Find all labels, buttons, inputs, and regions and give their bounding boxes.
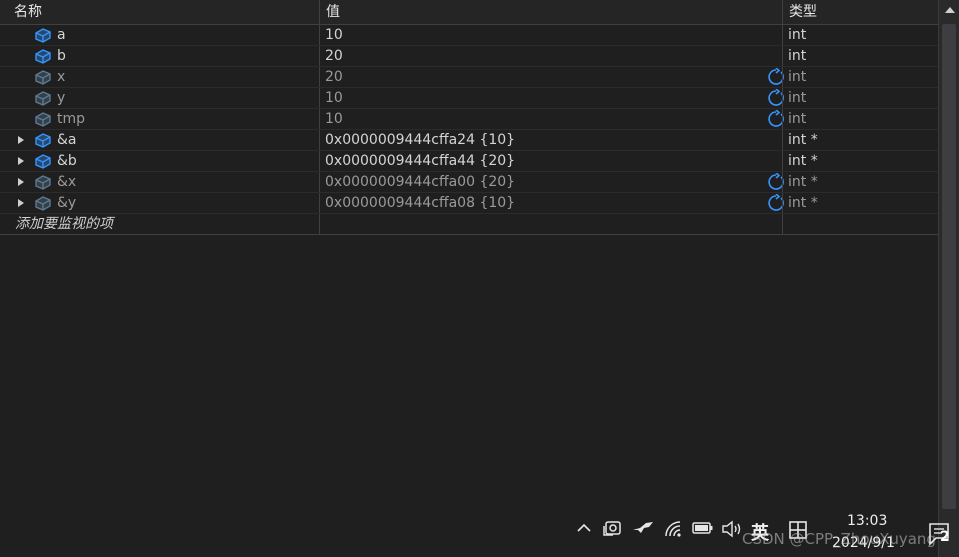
row-type-cell: int *	[782, 193, 939, 213]
row-value-cell[interactable]: 20	[319, 46, 783, 66]
row-value: 0x0000009444cffa44 {20}	[325, 153, 516, 169]
row-type-cell: int	[782, 67, 939, 87]
row-value-cell[interactable]: 0x0000009444cffa08 {10}	[319, 193, 784, 213]
column-header-type[interactable]: 类型	[782, 0, 945, 24]
chevron-up-icon[interactable]	[576, 520, 592, 536]
row-name: &b	[57, 153, 77, 169]
row-name-cell[interactable]: &b	[8, 151, 319, 171]
scroll-up-arrow-icon[interactable]	[945, 7, 955, 13]
row-name: &y	[57, 195, 77, 211]
row-name: b	[57, 48, 66, 64]
row-type: int	[788, 69, 807, 85]
row-value: 0x0000009444cffa08 {10}	[325, 195, 516, 211]
variable-cube-icon	[34, 48, 52, 64]
scrollbar-thumb[interactable]	[942, 24, 956, 509]
row-value-cell[interactable]: 20	[319, 67, 784, 87]
add-watch-input[interactable]: 添加要监视的项	[8, 214, 319, 234]
row-type-cell: int	[782, 46, 939, 66]
expand-arrow-icon[interactable]	[18, 178, 24, 186]
row-value-cell[interactable]: 0x0000009444cffa44 {20}	[319, 151, 783, 171]
row-name-cell[interactable]: b	[8, 46, 319, 66]
row-type: int *	[788, 195, 818, 211]
watch-row[interactable]: &y 0x0000009444cffa08 {10} int *	[0, 193, 938, 214]
watch-row[interactable]: y 10 int	[0, 88, 938, 109]
system-tray: 英 13:03 2024/9/1 CSDN @CPP_ZhouXuyang 2	[570, 510, 959, 557]
row-value-cell[interactable]: 0x0000009444cffa24 {10}	[319, 130, 783, 150]
row-value: 10	[325, 27, 343, 43]
row-name: &a	[57, 132, 77, 148]
row-name: tmp	[57, 111, 86, 127]
row-value: 0x0000009444cffa24 {10}	[325, 132, 516, 148]
row-type-cell: int *	[782, 130, 939, 150]
row-type-cell: int *	[782, 151, 939, 171]
column-header-name[interactable]: 名称	[8, 0, 325, 24]
watch-row[interactable]: a 10 int	[0, 25, 938, 46]
row-name-cell[interactable]: x	[8, 67, 319, 87]
battery-icon[interactable]	[692, 520, 714, 536]
row-name-cell[interactable]: y	[8, 88, 319, 108]
row-name-cell[interactable]: a	[8, 25, 319, 45]
variable-cube-icon	[34, 111, 52, 127]
variable-cube-icon	[34, 132, 52, 148]
row-type-cell: int	[782, 109, 939, 129]
notification-count-badge: 2	[940, 529, 950, 545]
watch-row[interactable]: b 20 int	[0, 46, 938, 67]
row-type: int *	[788, 132, 818, 148]
variable-cube-icon	[34, 195, 52, 211]
row-value: 0x0000009444cffa00 {20}	[325, 174, 516, 190]
clock-time[interactable]: 13:03	[847, 513, 887, 529]
row-type-cell: int	[782, 25, 939, 45]
row-name-cell[interactable]: &a	[8, 130, 319, 150]
row-value-cell[interactable]: 0x0000009444cffa00 {20}	[319, 172, 784, 192]
row-type: int	[788, 111, 807, 127]
variable-cube-icon	[34, 69, 52, 85]
variable-cube-icon	[34, 174, 52, 190]
watch-row[interactable]: &a 0x0000009444cffa24 {10} int *	[0, 130, 938, 151]
column-header-value[interactable]: 值	[319, 0, 789, 24]
row-value-cell	[319, 214, 783, 234]
watch-row[interactable]: tmp 10 int	[0, 109, 938, 130]
row-type: int *	[788, 174, 818, 190]
vertical-scrollbar[interactable]	[938, 0, 959, 557]
expand-arrow-icon[interactable]	[18, 136, 24, 144]
variable-cube-icon	[34, 153, 52, 169]
variable-cube-icon	[34, 27, 52, 43]
watch-row[interactable]: &x 0x0000009444cffa00 {20} int *	[0, 172, 938, 193]
row-value-cell[interactable]: 10	[319, 109, 784, 129]
row-name-cell[interactable]: &y	[8, 193, 319, 213]
app-tray-icon[interactable]	[632, 520, 654, 536]
add-watch-row[interactable]: 添加要监视的项	[0, 214, 938, 235]
row-name: x	[57, 69, 66, 85]
wifi-icon[interactable]	[664, 520, 682, 538]
expand-arrow-icon[interactable]	[18, 157, 24, 165]
row-value: 20	[325, 48, 343, 64]
row-name: a	[57, 27, 66, 43]
row-name: &x	[57, 174, 77, 190]
watch-column-header: 名称 值 类型	[0, 0, 938, 25]
watch-rows: a 10 int b 20 int x 20 int y 10 int tmp 10 int &a 0x0000…	[0, 25, 938, 235]
row-value: 10	[325, 111, 343, 127]
row-value-cell[interactable]: 10	[319, 25, 783, 45]
row-value-cell[interactable]: 10	[319, 88, 784, 108]
row-value: 20	[325, 69, 343, 85]
volume-icon[interactable]	[721, 520, 743, 538]
row-name-cell[interactable]: tmp	[8, 109, 319, 129]
watch-row[interactable]: &b 0x0000009444cffa44 {20} int *	[0, 151, 938, 172]
row-value: 10	[325, 90, 343, 106]
row-type: int	[788, 48, 807, 64]
row-type: int	[788, 90, 807, 106]
row-name: y	[57, 90, 66, 106]
row-type-cell	[782, 214, 939, 234]
row-type: int *	[788, 153, 818, 169]
row-type-cell: int *	[782, 172, 939, 192]
watch-row[interactable]: x 20 int	[0, 67, 938, 88]
add-watch-placeholder: 添加要监视的项	[15, 216, 113, 232]
row-type: int	[788, 27, 807, 43]
row-name-cell[interactable]: &x	[8, 172, 319, 192]
screen-capture-icon[interactable]	[603, 520, 623, 538]
watermark: CSDN @CPP_ZhouXuyang	[742, 530, 936, 548]
expand-arrow-icon[interactable]	[18, 199, 24, 207]
variable-cube-icon	[34, 90, 52, 106]
row-type-cell: int	[782, 88, 939, 108]
